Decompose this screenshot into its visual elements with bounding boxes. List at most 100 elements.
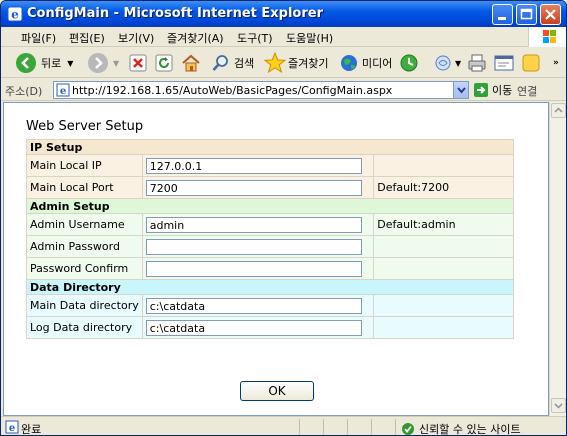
ie-logo-icon: e [7, 6, 23, 22]
status-divider [323, 419, 324, 435]
status-divider [395, 419, 396, 435]
go-button[interactable]: 이동 [473, 82, 512, 98]
windows-flag-icon [543, 30, 556, 43]
main-ip-note [373, 154, 514, 177]
menu-file[interactable]: 파일(F) [21, 30, 56, 46]
log-data-dir-label: Log Data directory [26, 316, 143, 339]
table-row: Admin Username admin Default:admin [26, 213, 514, 236]
refresh-icon [155, 54, 173, 72]
back-dropdown-icon[interactable]: ▼ [67, 59, 73, 68]
password-confirm-input[interactable] [145, 260, 362, 277]
scroll-up-button[interactable] [551, 103, 566, 118]
main-data-dir-label: Main Data directory [26, 294, 143, 317]
main-ip-cell: 127.0.0.1 [141, 154, 375, 177]
media-label: 미디어 [362, 57, 393, 70]
discuss-button[interactable] [521, 51, 541, 75]
address-dropdown-button[interactable] [453, 82, 468, 98]
maximize-icon [520, 8, 533, 20]
close-icon [545, 9, 556, 20]
history-icon [400, 54, 418, 72]
menu-edit[interactable]: 편집(E) [69, 30, 105, 46]
stop-button[interactable] [128, 51, 148, 75]
menu-favorites[interactable]: 즐겨찾기(A) [167, 30, 224, 46]
forward-dropdown-icon[interactable]: ▼ [113, 59, 119, 68]
menu-bar: 파일(F) 편집(E) 보기(V) 즐겨찾기(A) 도구(T) 도움말(H) [1, 27, 566, 47]
close-button[interactable] [540, 4, 561, 25]
minimize-icon [498, 17, 506, 20]
messenger-icon [522, 54, 540, 72]
edit-window-icon [494, 55, 514, 71]
window-title: ConfigMain - Microsoft Internet Explorer [27, 6, 323, 21]
address-url: http://192.168.1.65/AutoWeb/BasicPages/C… [72, 84, 393, 97]
table-row: Admin Password [26, 235, 514, 258]
admin-password-input[interactable] [145, 238, 362, 255]
mail-icon [435, 55, 451, 71]
links-label[interactable]: 연결 [517, 83, 537, 99]
admin-username-label: Admin Username [26, 213, 143, 236]
favorites-star-icon [264, 52, 286, 74]
log-data-dir-input[interactable]: c:\catdata [145, 319, 362, 336]
minimize-button[interactable] [492, 4, 513, 25]
password-confirm-cell [141, 257, 375, 280]
page-done-icon: e [5, 420, 19, 434]
main-port-input[interactable]: 7200 [145, 179, 362, 196]
main-data-dir-note [373, 294, 514, 317]
main-data-dir-cell: c:\catdata [141, 294, 375, 317]
menu-tools[interactable]: 도구(T) [237, 30, 273, 46]
search-icon [212, 55, 228, 71]
chevron-down-icon [554, 403, 563, 409]
mail-dropdown-icon[interactable]: ▼ [455, 59, 461, 68]
admin-password-note [373, 235, 514, 258]
browser-window: e ConfigMain - Microsoft Internet Explor… [0, 0, 567, 436]
edit-button[interactable] [493, 51, 515, 75]
password-confirm-label: Password Confirm [26, 257, 143, 280]
forward-button[interactable]: ▼ [87, 51, 119, 75]
log-data-dir-note [373, 316, 514, 339]
scroll-down-button[interactable] [551, 398, 566, 413]
table-row: Main Data directory c:\catdata [26, 294, 514, 317]
refresh-button[interactable] [154, 51, 174, 75]
history-button[interactable] [399, 51, 419, 75]
back-button[interactable]: 뒤로 ▼ [15, 51, 73, 75]
main-port-label: Main Local Port [26, 176, 143, 199]
status-text: 완료 [21, 423, 42, 436]
toolbar-overflow-icon[interactable]: » [553, 51, 559, 75]
favorites-button[interactable]: 즐겨찾기 [264, 51, 328, 75]
address-bar: 주소(D) e http://192.168.1.65/AutoWeb/Basi… [1, 79, 566, 101]
forward-arrow-icon [88, 53, 108, 73]
favorites-label: 즐겨찾기 [288, 57, 329, 70]
media-button[interactable]: 미디어 [339, 51, 392, 75]
print-button[interactable] [467, 51, 487, 75]
mail-button[interactable]: ▼ [433, 51, 461, 75]
table-row: Main Local IP 127.0.0.1 [26, 154, 514, 177]
vertical-scrollbar[interactable] [549, 102, 566, 416]
svg-text:e: e [11, 8, 19, 22]
home-button[interactable] [181, 51, 201, 75]
main-ip-input[interactable]: 127.0.0.1 [145, 157, 362, 174]
search-label: 검색 [234, 57, 255, 70]
chevron-down-icon [457, 87, 466, 94]
svg-text:e: e [60, 86, 66, 97]
main-ip-label: Main Local IP [26, 154, 143, 177]
go-arrow-icon [474, 83, 488, 97]
trusted-site-check-icon [402, 423, 414, 435]
main-data-dir-input[interactable]: c:\catdata [145, 297, 362, 314]
search-button[interactable]: 검색 [211, 51, 254, 75]
chevron-up-icon [554, 107, 563, 113]
address-label: 주소(D) [5, 85, 43, 98]
maximize-button[interactable] [516, 4, 537, 25]
table-row: Main Local Port 7200 Default:7200 [26, 176, 514, 199]
menu-view[interactable]: 보기(V) [118, 30, 154, 46]
admin-username-default: Default:admin [373, 213, 514, 236]
admin-username-input[interactable]: admin [145, 216, 362, 233]
printer-icon [468, 54, 486, 72]
zone-label: 신뢰할 수 있는 사이트 [419, 423, 521, 436]
toolbar: 뒤로 ▼ ▼ 검색 즐겨찾기 미디어 ▼ » [1, 48, 566, 78]
menu-help[interactable]: 도움말(H) [286, 30, 333, 46]
main-port-cell: 7200 [141, 176, 375, 199]
admin-username-cell: admin [141, 213, 375, 236]
ok-button[interactable]: OK [240, 381, 314, 401]
table-row: Password Confirm [26, 257, 514, 280]
data-directory-header: Data Directory [26, 279, 514, 295]
address-input[interactable]: e http://192.168.1.65/AutoWeb/BasicPages… [53, 81, 469, 99]
